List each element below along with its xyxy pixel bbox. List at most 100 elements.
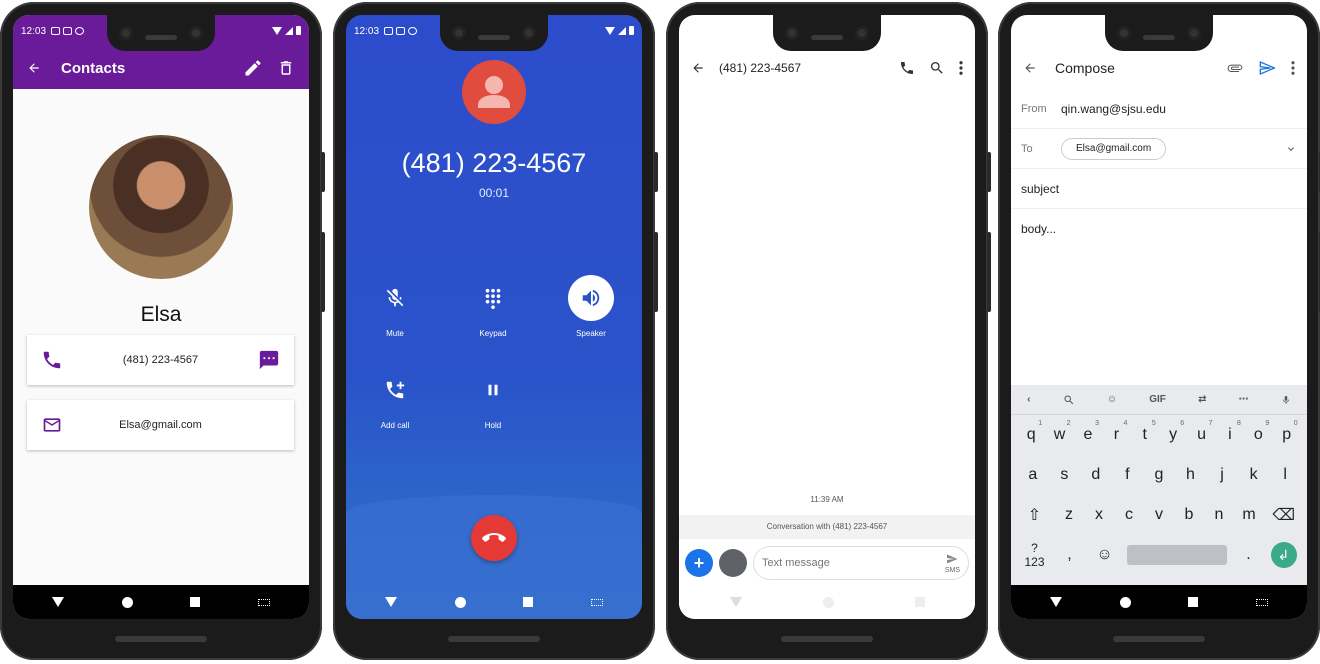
delete-trash-icon[interactable]	[277, 58, 295, 78]
phone-icon[interactable]	[41, 349, 63, 371]
keypad-button[interactable]: Keypad	[453, 275, 533, 338]
message-icon[interactable]	[258, 349, 280, 371]
send-icon[interactable]	[1259, 60, 1275, 76]
mute-button[interactable]: Mute	[355, 275, 435, 338]
mail-icon[interactable]	[41, 415, 63, 435]
translate-icon[interactable]: ⇄	[1198, 394, 1206, 405]
mic-icon[interactable]	[1281, 394, 1291, 406]
signal-icon	[618, 26, 626, 35]
key-r[interactable]: r4	[1103, 420, 1129, 444]
attach-icon[interactable]	[1227, 60, 1243, 76]
youtube-icon	[63, 27, 73, 35]
keyboard-switch-icon[interactable]	[258, 598, 271, 606]
key-w[interactable]: w2	[1047, 420, 1073, 444]
symbols-key[interactable]: ?123	[1022, 541, 1048, 569]
email-card[interactable]: Elsa@gmail.com	[27, 400, 294, 450]
back-arrow-icon[interactable]	[27, 61, 41, 75]
key-b[interactable]: b	[1176, 506, 1202, 524]
nav-recents-icon[interactable]	[523, 597, 534, 607]
recipient-chip[interactable]: Elsa@gmail.com	[1061, 137, 1167, 160]
subject-field[interactable]: subject	[1011, 169, 1307, 209]
sticker-icon[interactable]: ☺	[1107, 394, 1117, 405]
backspace-key[interactable]: ⌫	[1271, 505, 1297, 525]
call-icon[interactable]	[899, 60, 915, 76]
edit-pencil-icon[interactable]	[243, 58, 263, 78]
hold-button[interactable]: Hold	[453, 367, 533, 430]
key-u[interactable]: u7	[1189, 420, 1215, 444]
more-horiz-icon[interactable]: ⋯	[1239, 394, 1249, 405]
key-z[interactable]: z	[1056, 506, 1082, 524]
key-number-hint: 2	[1066, 420, 1071, 427]
key-y[interactable]: y6	[1160, 420, 1186, 444]
gif-button[interactable]: GIF	[1149, 394, 1166, 405]
nav-home-icon[interactable]	[1119, 596, 1131, 608]
nav-back-icon[interactable]	[51, 597, 64, 607]
nav-back-icon[interactable]	[729, 597, 742, 607]
chevron-down-icon[interactable]	[1285, 143, 1297, 155]
key-x[interactable]: x	[1086, 506, 1112, 524]
shift-key[interactable]: ⇧	[1021, 505, 1047, 525]
comma-key[interactable]: ,	[1057, 546, 1083, 564]
key-g[interactable]: g	[1146, 466, 1172, 484]
send-sms-button[interactable]: SMS	[945, 553, 960, 574]
add-call-button[interactable]: Add call	[355, 367, 435, 430]
phone-card[interactable]: (481) 223-4567	[27, 335, 294, 385]
key-number-hint: 0	[1293, 420, 1298, 427]
back-arrow-icon[interactable]	[691, 61, 705, 75]
key-d[interactable]: d	[1083, 466, 1109, 484]
nav-back-icon[interactable]	[1049, 597, 1062, 607]
period-key[interactable]: .	[1236, 546, 1262, 564]
key-t[interactable]: t5	[1132, 420, 1158, 444]
search-icon[interactable]	[929, 60, 945, 76]
key-c[interactable]: c	[1116, 506, 1142, 524]
emoji-key[interactable]: ☺	[1092, 546, 1118, 564]
contacts-screen: 12:03 Contacts Elsa (481) 223-4567 Elsa@…	[13, 15, 309, 619]
message-input[interactable]: Text message SMS	[753, 546, 969, 580]
mic-off-icon	[386, 288, 404, 307]
nav-home-icon[interactable]	[454, 596, 466, 608]
key-a[interactable]: a	[1020, 466, 1046, 484]
nav-recents-icon[interactable]	[1188, 597, 1199, 607]
camera-button[interactable]	[719, 549, 747, 577]
nav-recents-icon[interactable]	[190, 597, 201, 607]
to-field[interactable]: To Elsa@gmail.com	[1011, 129, 1307, 169]
more-vert-icon[interactable]	[1291, 61, 1295, 75]
message-timestamp: 11:39 AM	[810, 495, 844, 504]
nav-bar	[346, 585, 642, 619]
key-j[interactable]: j	[1209, 466, 1235, 484]
key-e[interactable]: e3	[1075, 420, 1101, 444]
key-h[interactable]: h	[1178, 466, 1204, 484]
from-field[interactable]: From qin.wang@sjsu.edu	[1011, 89, 1307, 129]
add-attachment-button[interactable]: +	[685, 549, 713, 577]
compose-screen: Compose From qin.wang@sjsu.edu To Elsa@g…	[1011, 15, 1307, 619]
key-p[interactable]: p0	[1274, 420, 1300, 444]
speaker-button[interactable]: Speaker	[551, 275, 631, 338]
key-s[interactable]: s	[1051, 466, 1077, 484]
key-n[interactable]: n	[1206, 506, 1232, 524]
enter-key[interactable]: ↲	[1270, 542, 1297, 568]
body-field[interactable]: body...	[1011, 209, 1307, 249]
keyboard-switch-icon[interactable]	[591, 598, 604, 606]
key-i[interactable]: i8	[1217, 420, 1243, 444]
keyboard-switch-icon[interactable]	[1256, 598, 1269, 606]
key-m[interactable]: m	[1236, 506, 1262, 524]
back-arrow-icon[interactable]	[1023, 61, 1037, 75]
key-o[interactable]: o9	[1245, 420, 1271, 444]
chevron-left-icon[interactable]: ‹	[1027, 394, 1030, 405]
search-icon[interactable]	[1063, 394, 1075, 406]
nav-recents-icon[interactable]	[914, 597, 925, 607]
end-call-button[interactable]	[471, 515, 517, 561]
nav-home-icon[interactable]	[121, 596, 133, 608]
dialpad-icon	[485, 288, 501, 309]
nav-home-icon[interactable]	[822, 596, 834, 608]
more-vert-icon[interactable]	[959, 61, 963, 75]
nav-back-icon[interactable]	[384, 597, 397, 607]
keyboard-row-3: ⇧ zxcvbnm ⌫	[1011, 495, 1307, 535]
key-l[interactable]: l	[1272, 466, 1298, 484]
key-f[interactable]: f	[1114, 466, 1140, 484]
key-v[interactable]: v	[1146, 506, 1172, 524]
space-bar[interactable]	[1126, 545, 1227, 565]
phone-compose: Compose From qin.wang@sjsu.edu To Elsa@g…	[998, 2, 1320, 660]
key-q[interactable]: q1	[1018, 420, 1044, 444]
key-k[interactable]: k	[1241, 466, 1267, 484]
